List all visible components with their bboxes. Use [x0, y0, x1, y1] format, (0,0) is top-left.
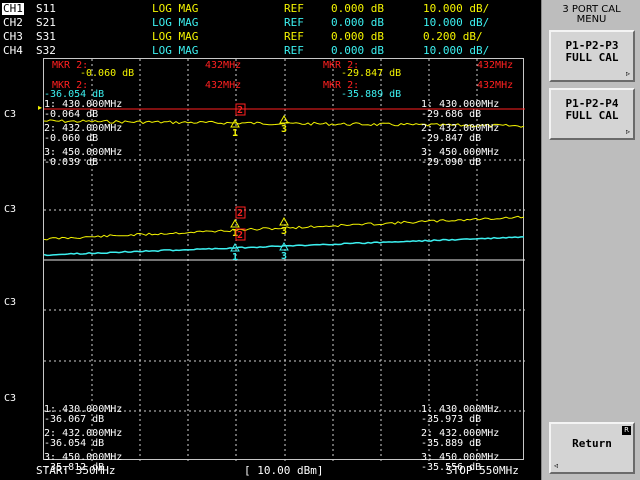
- marker-row-value: -29.090 dB: [421, 157, 482, 168]
- scale-value: 10.000 dB/: [423, 16, 490, 29]
- submenu-arrow-icon: ▹: [625, 69, 630, 78]
- marker-1-s32-label: 1: [232, 252, 238, 263]
- softkey-label: FULL CAL: [565, 109, 619, 122]
- display-format: LOG MAG: [152, 30, 199, 43]
- right-bottom-marker-freq: 432MHz: [477, 80, 514, 91]
- source-power: [ 10.00 dBm]: [244, 464, 324, 477]
- s-parameter: S32: [36, 44, 56, 57]
- channel-ref-tag: C3: [4, 393, 17, 404]
- right-bottom-marker-value: -35.889 dB: [341, 89, 402, 100]
- left-bottom-marker-freq: 432MHz: [205, 80, 242, 91]
- menu-title-line2: MENU: [576, 14, 607, 25]
- channel-row-ch4[interactable]: CH4 S32 LOG MAG REF 0.000 dB 10.000 dB/: [0, 44, 536, 58]
- return-label: Return: [572, 437, 612, 450]
- marker-1-s31: [230, 218, 240, 228]
- marker-3-s11-label: 3: [281, 124, 287, 135]
- return-badge-icon: R: [622, 426, 631, 435]
- marker-1-s11-label: 1: [232, 128, 238, 139]
- marker-2-s31-label: 2: [237, 208, 243, 219]
- channel-row-ch1[interactable]: CH1 S11 LOG MAG REF 0.000 dB 10.000 dB/: [0, 2, 536, 16]
- scale-value: 10.000 dB/: [423, 2, 490, 15]
- channel-id: CH2: [3, 16, 23, 29]
- s-parameter: S11: [36, 2, 56, 15]
- left-top-marker-value: -0.060 dB: [80, 68, 135, 79]
- submenu-arrow-icon: ▹: [625, 127, 630, 136]
- reference-value: 0.000 dB: [331, 44, 384, 57]
- marker-row-value: -0.064 dB: [44, 109, 99, 120]
- reference-label: REF: [284, 44, 304, 57]
- channel-ref-tag: C3: [4, 204, 17, 215]
- reference-label: REF: [284, 30, 304, 43]
- left-top-marker-freq: 432MHz: [205, 60, 242, 71]
- channel-ref-tag: C3: [4, 109, 17, 120]
- reference-value: 0.000 dB: [331, 30, 384, 43]
- reference-label: REF: [284, 16, 304, 29]
- channel-id: CH4: [3, 44, 23, 57]
- marker-row-value: -29.686 dB: [421, 109, 482, 120]
- softkey-label: FULL CAL: [565, 51, 619, 64]
- marker-row-value: -0.060 dB: [44, 133, 99, 144]
- marker-3-s32-label: 3: [281, 251, 287, 262]
- p1-p2-p4-full-cal-button[interactable]: P1-P2-P4 FULL CAL ▹: [549, 88, 635, 140]
- start-frequency: START 350MHz: [36, 464, 116, 477]
- reference-pointer-icon: ▸: [38, 103, 43, 112]
- right-top-marker-freq: 432MHz: [477, 60, 514, 71]
- back-arrow-icon: ◃: [554, 461, 559, 470]
- stop-frequency: STOP 550MHz: [446, 464, 519, 477]
- channel-row-ch3[interactable]: CH3 S31 LOG MAG REF 0.000 dB 0.200 dB/: [0, 30, 536, 44]
- channel-id: CH1: [2, 2, 24, 15]
- s-parameter: S21: [36, 16, 56, 29]
- marker-row-value: -35.889 dB: [421, 438, 482, 449]
- scale-value: 0.200 dB/: [423, 30, 483, 43]
- display-format: LOG MAG: [152, 44, 199, 57]
- reference-value: 0.000 dB: [331, 16, 384, 29]
- softkey-panel: 3 PORT CAL MENU P1-P2-P3 FULL CAL ▹ P1-P…: [541, 0, 640, 480]
- marker-3-s31-label: 3: [281, 226, 287, 237]
- marker-row-value: -36.054 dB: [44, 438, 105, 449]
- return-button[interactable]: R Return ◃: [549, 422, 635, 474]
- s-parameter: S31: [36, 30, 56, 43]
- marker-row-value: -0.039 dB: [44, 157, 99, 168]
- marker-3-s31: [279, 216, 289, 226]
- channel-row-ch2[interactable]: CH2 S21 LOG MAG REF 0.000 dB 10.000 dB/: [0, 16, 536, 30]
- marker-row-value: -35.973 dB: [421, 414, 482, 425]
- display-format: LOG MAG: [152, 2, 199, 15]
- marker-row-value: -36.067 dB: [44, 414, 105, 425]
- channel-ref-tag: C3: [4, 297, 17, 308]
- marker-2-s11-label: 2: [237, 105, 243, 116]
- scale-value: 10.000 dB/: [423, 44, 490, 57]
- channel-id: CH3: [3, 30, 23, 43]
- display-format: LOG MAG: [152, 16, 199, 29]
- reference-value: 0.000 dB: [331, 2, 384, 15]
- p1-p2-p3-full-cal-button[interactable]: P1-P2-P3 FULL CAL ▹: [549, 30, 635, 82]
- marker-row-value: -29.847 dB: [421, 133, 482, 144]
- reference-label: REF: [284, 2, 304, 15]
- marker-2-s32-label: 2: [237, 230, 243, 241]
- right-top-marker-value: -29.847 dB: [341, 68, 402, 79]
